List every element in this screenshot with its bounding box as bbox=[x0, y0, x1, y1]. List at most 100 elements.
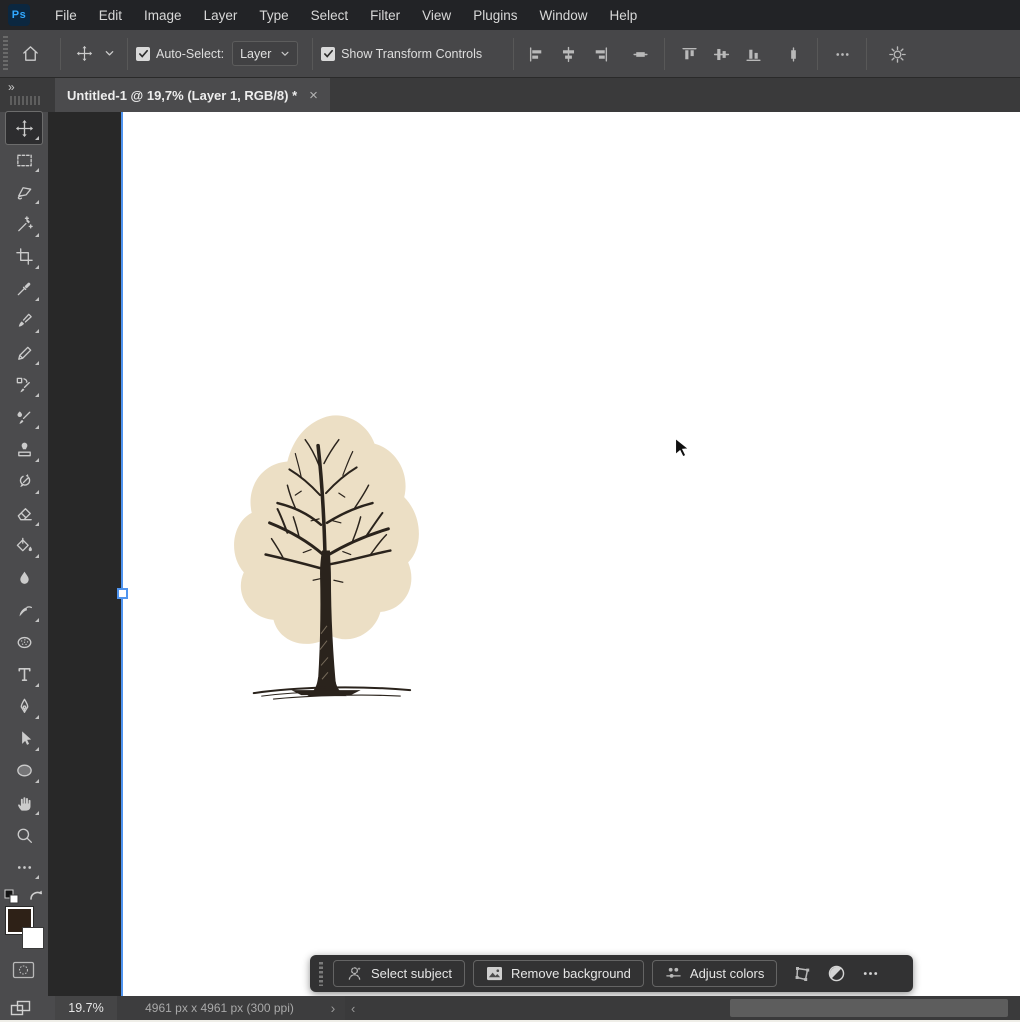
eraser-tool[interactable] bbox=[6, 498, 42, 530]
menu-edit[interactable]: Edit bbox=[88, 8, 133, 23]
menu-file[interactable]: File bbox=[44, 8, 88, 23]
brush-tool[interactable] bbox=[6, 305, 42, 337]
show-transform-checkbox[interactable] bbox=[321, 46, 336, 61]
close-tab-button[interactable]: × bbox=[309, 87, 318, 104]
menu-plugins[interactable]: Plugins bbox=[462, 8, 528, 23]
sponge-tool[interactable] bbox=[6, 626, 42, 658]
path-selection-tool[interactable] bbox=[6, 723, 42, 755]
chevron-down-icon bbox=[105, 51, 113, 56]
select-subject-button[interactable]: Select subject bbox=[333, 960, 465, 987]
move-icon bbox=[15, 119, 33, 137]
workspace-settings-button[interactable] bbox=[881, 45, 913, 64]
lasso-tool[interactable] bbox=[6, 176, 42, 208]
more-task-options-button[interactable] bbox=[853, 964, 887, 983]
photoshop-window: Ps File Edit Image Layer Type Select Fil… bbox=[0, 0, 1020, 1022]
auto-select-label: Auto-Select: bbox=[156, 46, 225, 61]
mixer-brush-tool[interactable] bbox=[6, 401, 42, 433]
ellipse-tool[interactable] bbox=[6, 755, 42, 787]
align-top-edges-button[interactable] bbox=[673, 46, 705, 63]
quick-mask-icon[interactable] bbox=[12, 961, 35, 979]
color-replacement-icon bbox=[16, 377, 30, 393]
panel-grip[interactable] bbox=[10, 96, 40, 105]
remove-background-icon bbox=[486, 966, 502, 981]
home-button[interactable] bbox=[8, 37, 52, 71]
color-replacement-tool[interactable] bbox=[6, 369, 42, 401]
current-tool-button[interactable] bbox=[69, 37, 99, 71]
more-alignment-options-button[interactable] bbox=[826, 45, 858, 64]
auto-select-target-value: Layer bbox=[240, 46, 272, 61]
smudge-finger-icon bbox=[19, 605, 32, 617]
adjustment-contrast-button[interactable] bbox=[819, 964, 853, 983]
pen-tool[interactable] bbox=[6, 691, 42, 723]
menu-window[interactable]: Window bbox=[528, 8, 598, 23]
more-options-icon bbox=[835, 52, 849, 56]
eyedropper-icon bbox=[17, 282, 30, 296]
paint-bucket-tool[interactable] bbox=[6, 530, 42, 562]
horizontal-scrollbar[interactable]: ‹ bbox=[345, 996, 1020, 1020]
align-horizontal-centers-button[interactable] bbox=[552, 46, 584, 63]
brush-icon bbox=[18, 314, 32, 328]
zoom-tool[interactable] bbox=[6, 819, 42, 851]
scroll-left-arrow[interactable]: ‹ bbox=[351, 996, 355, 1020]
status-expand-button[interactable]: › bbox=[322, 996, 344, 1020]
eyedropper-tool[interactable] bbox=[6, 273, 42, 305]
history-brush-tool[interactable] bbox=[6, 466, 42, 498]
transform-image-button[interactable] bbox=[785, 964, 819, 984]
clone-stamp-tool[interactable] bbox=[6, 433, 42, 465]
align-bottom-edges-button[interactable] bbox=[737, 46, 769, 63]
adjust-colors-icon bbox=[666, 967, 681, 978]
default-colors-icon[interactable] bbox=[4, 889, 20, 905]
lasso-icon bbox=[17, 186, 31, 200]
marquee-icon bbox=[16, 154, 32, 167]
chevron-down-icon bbox=[281, 51, 289, 56]
swap-colors-icon[interactable] bbox=[28, 888, 44, 903]
auto-select-target-dropdown[interactable]: Layer bbox=[232, 41, 299, 66]
menu-select[interactable]: Select bbox=[300, 8, 360, 23]
distribute-horizontal-centers-button[interactable] bbox=[777, 46, 809, 63]
document-tab[interactable]: Untitled-1 @ 19,7% (Layer 1, RGB/8) * × bbox=[55, 78, 330, 112]
adjustment-contrast-icon bbox=[828, 965, 845, 982]
auto-select-checkbox[interactable] bbox=[136, 46, 150, 61]
screen-mode-icon[interactable] bbox=[10, 1000, 31, 1017]
adjust-colors-button[interactable]: Adjust colors bbox=[651, 960, 778, 987]
remove-background-button[interactable]: Remove background bbox=[472, 960, 644, 987]
align-vertical-centers-button[interactable] bbox=[705, 46, 737, 63]
tool-preset-chevron[interactable] bbox=[99, 37, 119, 71]
align-right-edges-button[interactable] bbox=[584, 46, 616, 63]
tools-panel bbox=[0, 110, 48, 996]
rectangular-marquee-tool[interactable] bbox=[6, 144, 42, 176]
more-tools[interactable] bbox=[6, 851, 42, 883]
align-left-edges-button[interactable] bbox=[520, 46, 552, 63]
menu-filter[interactable]: Filter bbox=[359, 8, 411, 23]
pen-icon bbox=[20, 698, 28, 713]
mixer-brush-icon bbox=[16, 411, 30, 424]
background-color-swatch[interactable] bbox=[22, 927, 44, 950]
pencil-tool[interactable] bbox=[6, 337, 42, 369]
task-bar-grip[interactable] bbox=[319, 961, 323, 986]
crop-tool[interactable] bbox=[6, 241, 42, 273]
selection-arrow-icon bbox=[21, 731, 31, 746]
alignment-controls bbox=[513, 30, 913, 78]
blur-tool[interactable] bbox=[6, 562, 42, 594]
type-tool[interactable] bbox=[6, 658, 42, 690]
magic-wand-tool[interactable] bbox=[6, 208, 42, 240]
distribute-vertical-centers-button[interactable] bbox=[624, 46, 656, 63]
scrollbar-thumb[interactable] bbox=[730, 999, 1008, 1017]
document-tab-bar: Untitled-1 @ 19,7% (Layer 1, RGB/8) * × bbox=[52, 78, 1020, 112]
hand-tool[interactable] bbox=[6, 787, 42, 819]
smudge-tool[interactable] bbox=[6, 594, 42, 626]
check-icon bbox=[138, 49, 148, 58]
zoom-level-field[interactable]: 19.7% bbox=[55, 996, 117, 1020]
move-tool[interactable] bbox=[5, 110, 43, 146]
type-icon bbox=[17, 667, 31, 681]
history-brush-icon bbox=[19, 474, 30, 488]
menu-layer[interactable]: Layer bbox=[193, 8, 249, 23]
menu-help[interactable]: Help bbox=[598, 8, 648, 23]
transform-left-middle-handle[interactable] bbox=[117, 588, 128, 599]
adjust-colors-label: Adjust colors bbox=[689, 966, 765, 981]
menu-image[interactable]: Image bbox=[133, 8, 193, 23]
collapse-panel-button[interactable]: » bbox=[8, 80, 15, 94]
menu-view[interactable]: View bbox=[411, 8, 462, 23]
menu-type[interactable]: Type bbox=[248, 8, 299, 23]
gear-icon bbox=[888, 45, 906, 63]
